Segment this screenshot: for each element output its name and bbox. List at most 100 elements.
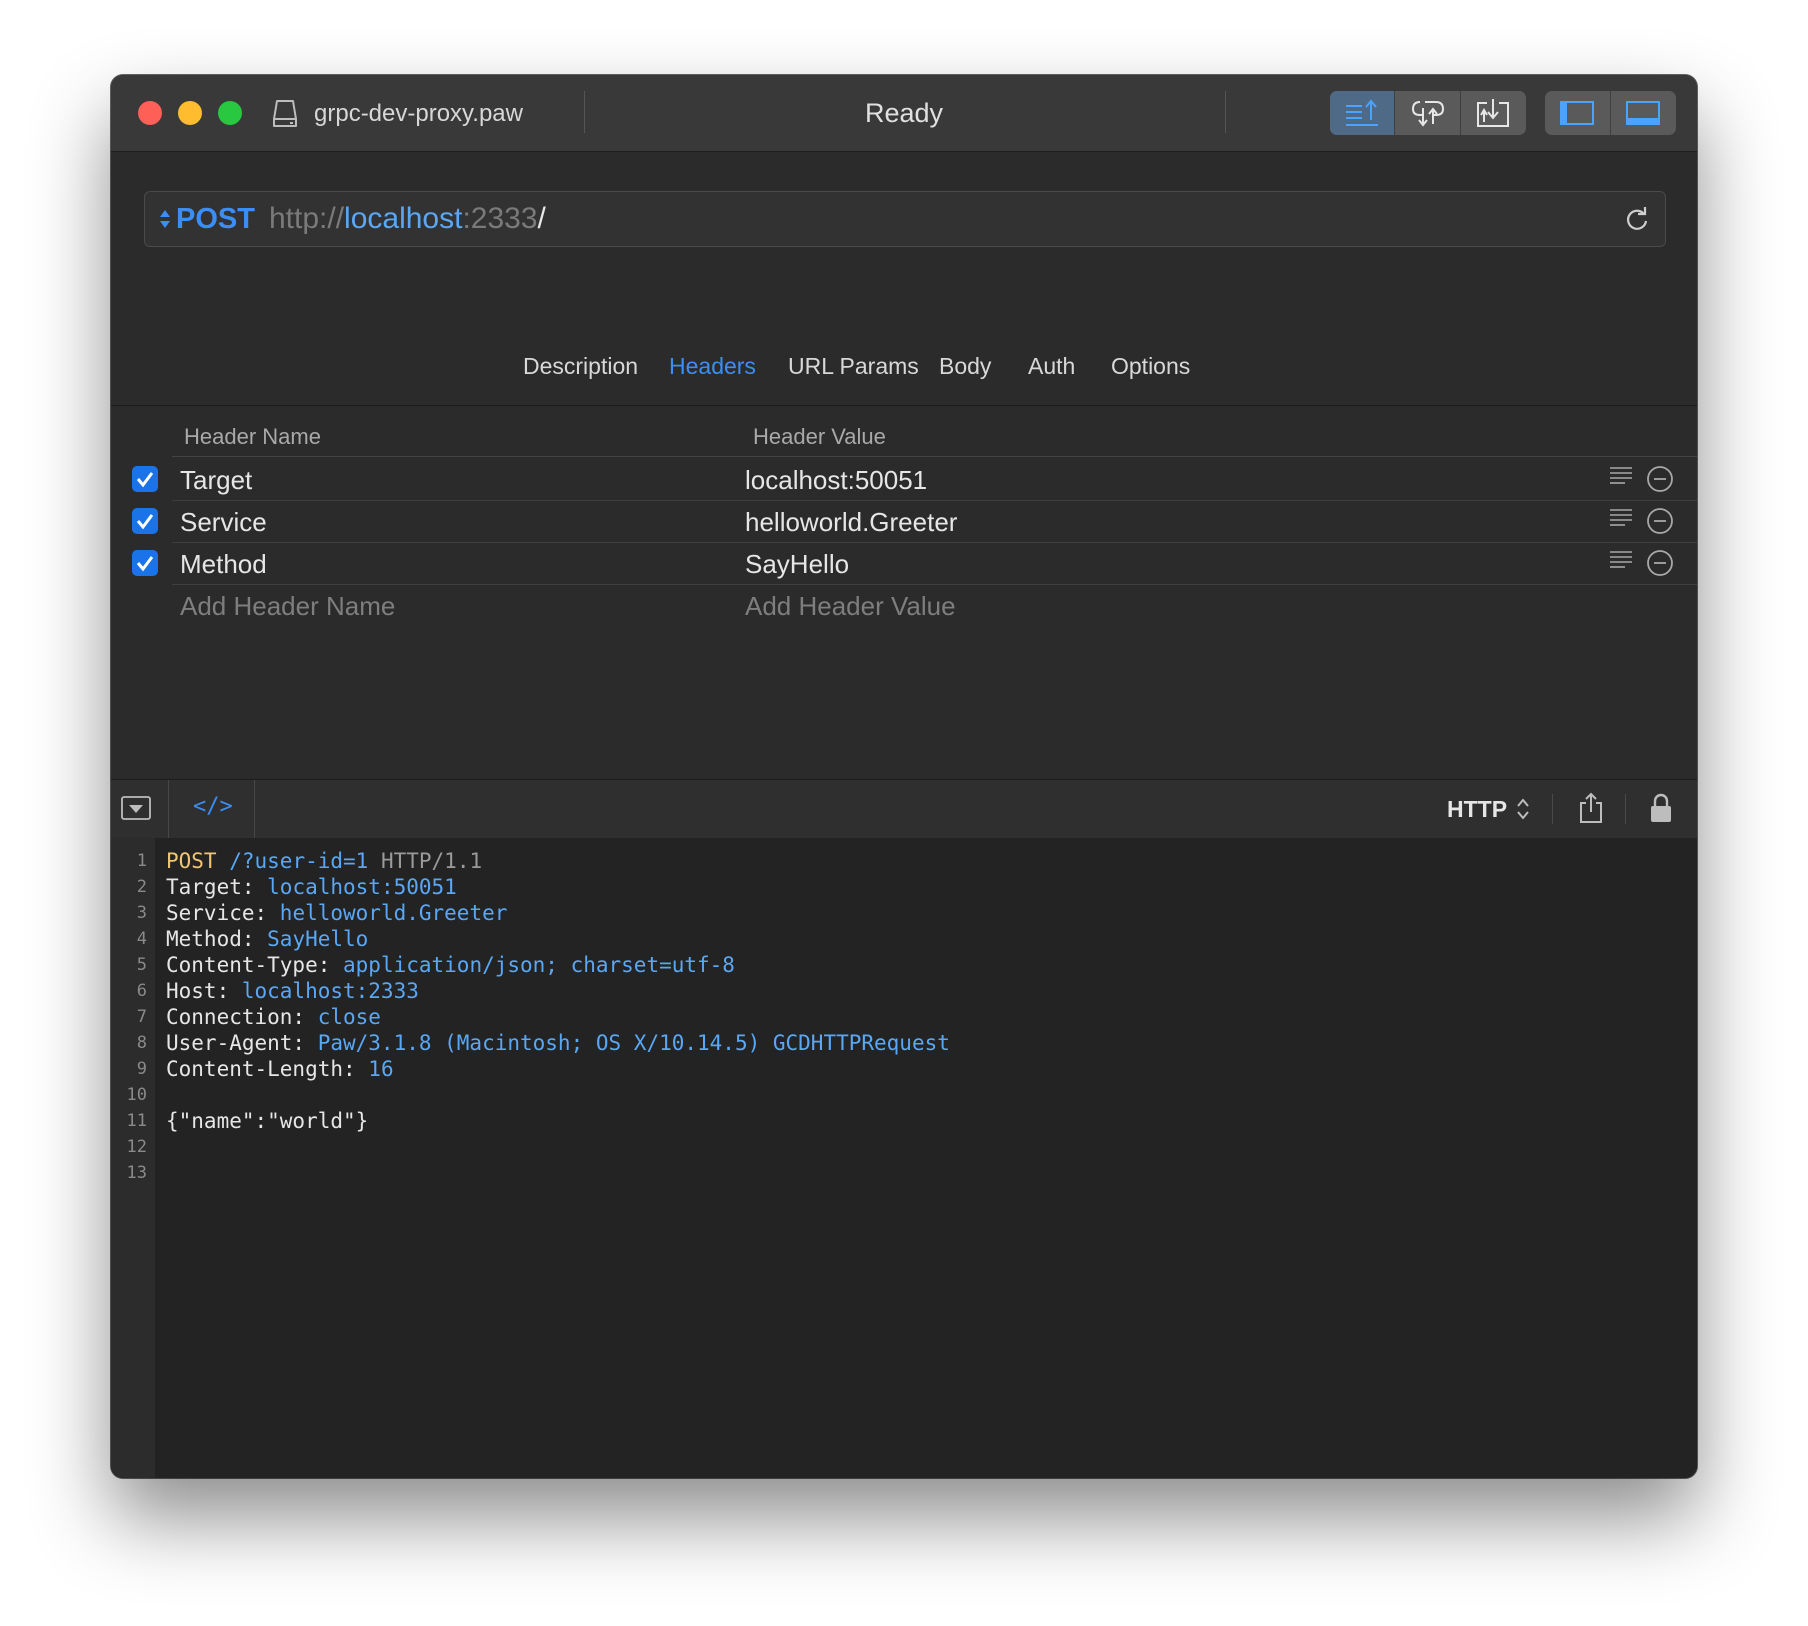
- bottom-panel-icon: [1626, 101, 1661, 125]
- code-text: Method: SayHello: [166, 927, 369, 951]
- tab-url-params[interactable]: URL Params: [788, 351, 919, 381]
- code-line: 8 User-Agent: Paw/3.1.8 (Macintosh; OS X/…: [111, 1030, 1697, 1056]
- checkmark-icon: [136, 472, 154, 488]
- collapse-panel-icon[interactable]: [121, 795, 151, 821]
- tab-options[interactable]: Options: [1111, 351, 1190, 381]
- code-line: 1 POST /?user-id=1 HTTP/1.1: [111, 848, 1697, 874]
- tab-auth[interactable]: Auth: [1028, 351, 1075, 381]
- method-chevrons-icon[interactable]: [159, 208, 171, 230]
- text-lines-icon[interactable]: [1609, 465, 1633, 489]
- code-text: Content-Length: 16: [166, 1057, 394, 1081]
- code-line: 5 Content-Type: application/json; charset…: [111, 952, 1697, 978]
- header-value-field[interactable]: helloworld.Greeter: [745, 506, 957, 538]
- header-value-field[interactable]: SayHello: [745, 548, 849, 580]
- header-value-field[interactable]: localhost:50051: [745, 464, 927, 496]
- line-number: 8: [136, 1033, 147, 1053]
- import-button[interactable]: [1461, 91, 1526, 135]
- code-view-toggle[interactable]: </>: [193, 794, 233, 819]
- toolbar-separator: [1552, 794, 1553, 824]
- toggle-bottom-panel-button[interactable]: [1611, 91, 1677, 135]
- code-text: Service: helloworld.Greeter: [166, 901, 508, 925]
- text-lines-icon[interactable]: [1609, 507, 1633, 531]
- code-text: Connection: close: [166, 1005, 381, 1029]
- import-icon: [1477, 99, 1510, 127]
- column-header-value: Header Value: [753, 424, 886, 449]
- url-scheme: http://: [269, 202, 345, 235]
- request-tabs: Description Headers URL Params Body Auth…: [111, 351, 1697, 391]
- header-enabled-checkbox[interactable]: [132, 466, 158, 492]
- remove-header-icon[interactable]: [1646, 507, 1674, 535]
- code-line: 6 Host: localhost:2333: [111, 978, 1697, 1004]
- tabs-divider: [111, 405, 1697, 406]
- url-path: /: [537, 202, 546, 235]
- url-host: localhost: [344, 202, 463, 235]
- format-selector[interactable]: HTTP: [1447, 795, 1507, 823]
- code-text: Target: localhost:50051: [166, 875, 457, 899]
- header-enabled-checkbox[interactable]: [132, 508, 158, 534]
- code-text: Host: localhost:2333: [166, 979, 419, 1003]
- lock-icon[interactable]: [1649, 792, 1673, 824]
- toggle-sidebar-button[interactable]: [1545, 91, 1611, 135]
- toolbar-separator: [254, 780, 255, 838]
- line-number: 2: [136, 877, 147, 897]
- code-line: 10: [111, 1082, 1697, 1108]
- app-window: grpc-dev-proxy.paw Ready POST http://loc…: [111, 75, 1697, 1478]
- layout-segmented-control: [1330, 91, 1526, 135]
- code-line: 3 Service: helloworld.Greeter: [111, 900, 1697, 926]
- remove-header-icon[interactable]: [1646, 549, 1674, 577]
- remove-header-icon[interactable]: [1646, 465, 1674, 493]
- add-header-value-input[interactable]: Add Header Value: [745, 590, 956, 622]
- method-selector[interactable]: POST: [176, 203, 255, 235]
- header-row: Service helloworld.Greeter: [111, 501, 1697, 543]
- header-name-field[interactable]: Method: [180, 548, 267, 580]
- header-row: Target localhost:50051: [111, 459, 1697, 501]
- line-number: 11: [126, 1111, 147, 1131]
- code-line: 11 {"name":"world"}: [111, 1108, 1697, 1134]
- tab-description[interactable]: Description: [523, 351, 638, 381]
- text-lines-icon[interactable]: [1609, 549, 1633, 573]
- url-bar[interactable]: POST http://localhost:2333/: [144, 191, 1666, 247]
- toolbar-separator: [1625, 794, 1626, 824]
- line-number: 1: [136, 851, 147, 871]
- code-text: {"name":"world"}: [166, 1109, 369, 1133]
- chevron-updown-icon[interactable]: [1516, 796, 1530, 822]
- http-preview: 1 POST /?user-id=1 HTTP/1.1 2 Target: local…: [111, 838, 1697, 1478]
- header-name-field[interactable]: Service: [180, 506, 267, 538]
- share-icon[interactable]: [1578, 792, 1604, 824]
- title-bar: grpc-dev-proxy.paw Ready: [111, 75, 1697, 152]
- column-header-name: Header Name: [184, 424, 321, 449]
- tab-body[interactable]: Body: [939, 351, 991, 381]
- checkmark-icon: [136, 556, 154, 572]
- header-name-field[interactable]: Target: [180, 464, 252, 496]
- header-row: Method SayHello: [111, 543, 1697, 585]
- header-enabled-checkbox[interactable]: [132, 550, 158, 576]
- line-number: 9: [136, 1059, 147, 1079]
- code-line: 12: [111, 1134, 1697, 1160]
- checkmark-icon: [136, 514, 154, 530]
- tab-headers[interactable]: Headers: [669, 351, 756, 381]
- view-toggle-button[interactable]: [1395, 91, 1461, 135]
- line-number: 6: [136, 981, 147, 1001]
- send-request-button[interactable]: [1330, 91, 1396, 135]
- preview-toolbar: </> HTTP: [111, 779, 1697, 839]
- line-number: 7: [136, 1007, 147, 1027]
- url-input[interactable]: http://localhost:2333/: [269, 203, 546, 235]
- line-number: 13: [126, 1163, 147, 1183]
- line-number: 3: [136, 903, 147, 923]
- line-number: 12: [126, 1137, 147, 1157]
- code-line: 9 Content-Length: 16: [111, 1056, 1697, 1082]
- add-header-name-input[interactable]: Add Header Name: [180, 590, 395, 622]
- line-number: 5: [136, 955, 147, 975]
- code-text: POST /?user-id=1 HTTP/1.1: [166, 849, 483, 873]
- send-request-icon: [1346, 99, 1379, 126]
- toolbar-separator: [168, 780, 169, 838]
- sidebar-icon: [1560, 101, 1595, 125]
- code-line: 7 Connection: close: [111, 1004, 1697, 1030]
- url-port: :2333: [462, 202, 538, 235]
- code-line: 2 Target: localhost:50051: [111, 874, 1697, 900]
- refresh-icon[interactable]: [1623, 205, 1651, 233]
- line-number: 4: [136, 929, 147, 949]
- code-line: 13: [111, 1160, 1697, 1186]
- view-toggle-icon: [1411, 101, 1444, 127]
- code-line: 4 Method: SayHello: [111, 926, 1697, 952]
